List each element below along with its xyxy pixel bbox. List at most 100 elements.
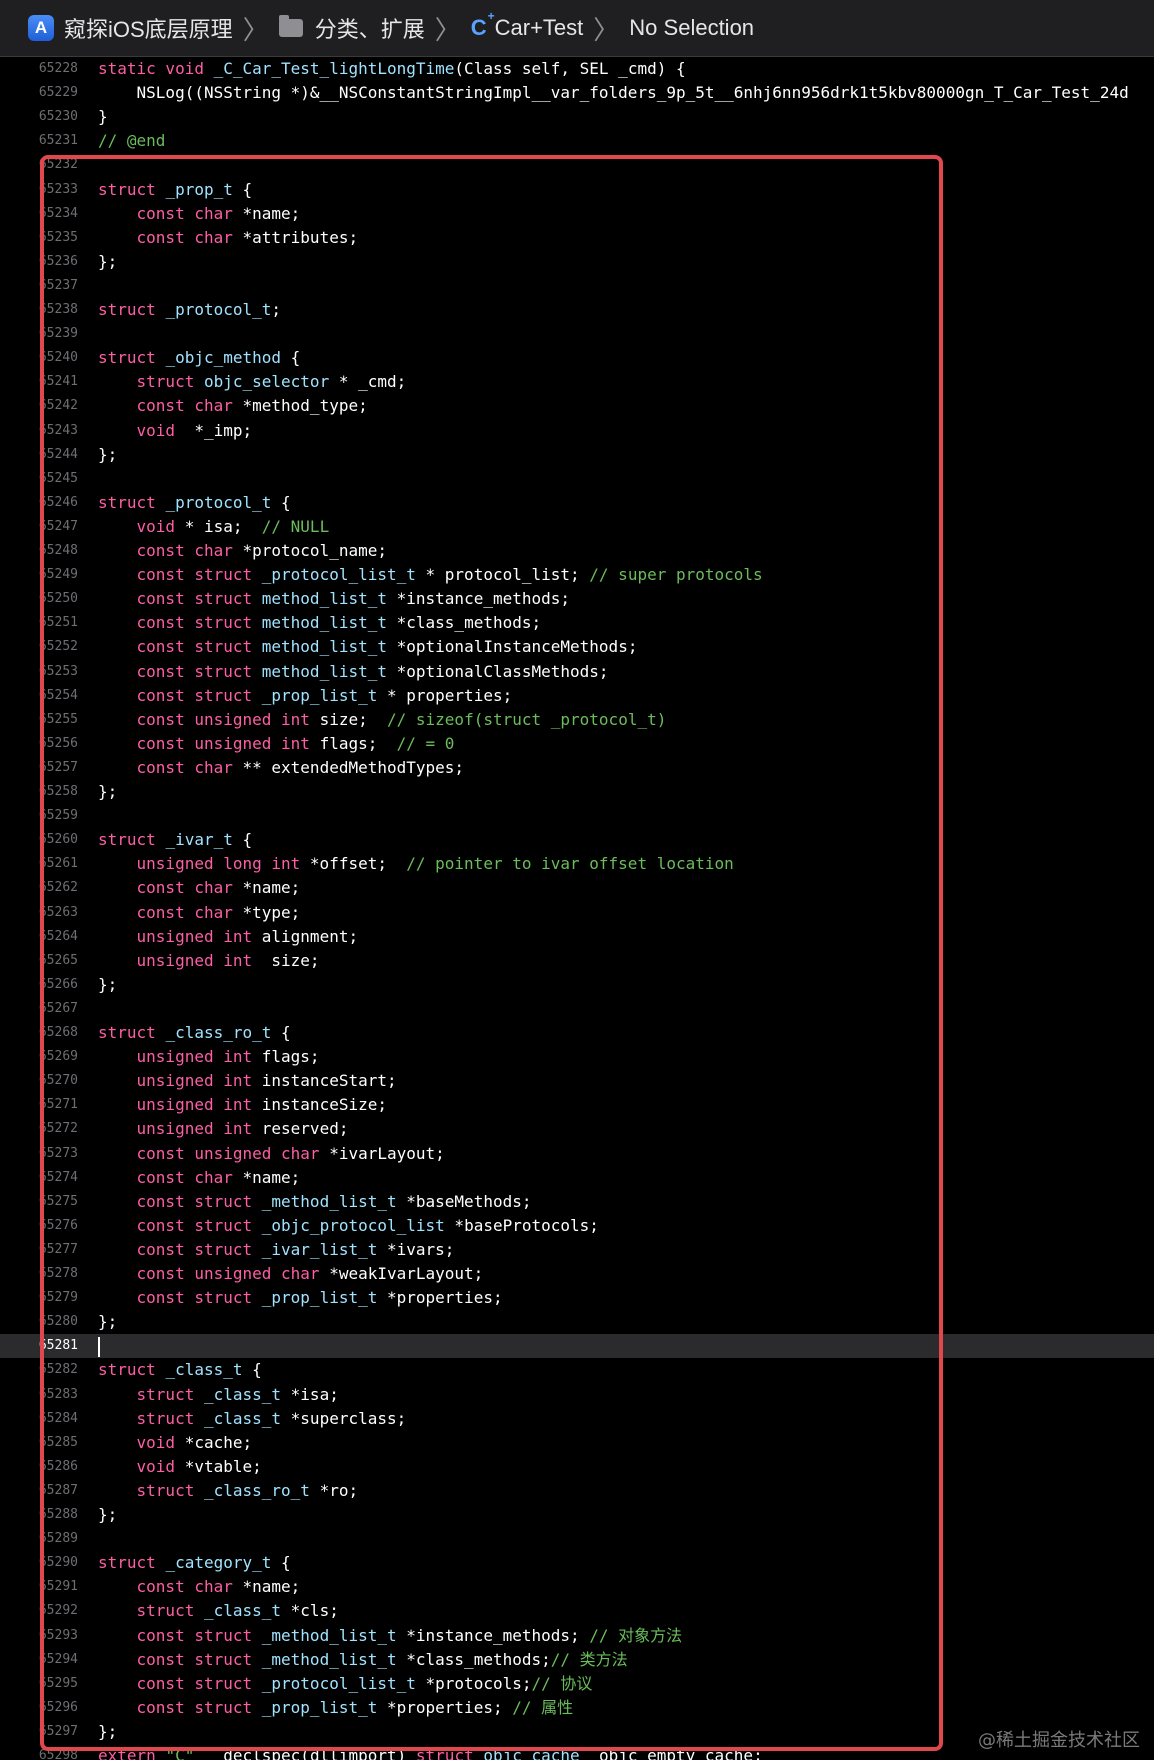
line-number[interactable]: 65291 [0,1575,78,1599]
code-line[interactable]: 65251 const struct method_list_t *class_… [0,611,1154,635]
line-number[interactable]: 65273 [0,1142,78,1166]
code-line[interactable]: 65281 [0,1334,1154,1359]
line-number[interactable]: 65277 [0,1238,78,1262]
code-line[interactable]: 65235 const char *attributes; [0,226,1154,250]
code-line[interactable]: 65230} [0,105,1154,129]
code-line[interactable]: 65260 struct _ivar_t { [0,828,1154,852]
line-number[interactable]: 65275 [0,1190,78,1214]
line-number[interactable]: 65253 [0,660,78,684]
code-line[interactable]: 65241 struct objc_selector * _cmd; [0,370,1154,394]
code-line[interactable]: 65296 const struct _prop_list_t *propert… [0,1696,1154,1720]
code-line[interactable]: 65249 const struct _protocol_list_t * pr… [0,563,1154,587]
line-number[interactable]: 65298 [0,1744,78,1760]
code-line[interactable]: 65259 [0,804,1154,828]
code-line[interactable]: 65282 struct _class_t { [0,1358,1154,1382]
line-number[interactable]: 65251 [0,611,78,635]
code-line[interactable]: 65285 void *cache; [0,1431,1154,1455]
code-line[interactable]: 65292 struct _class_t *cls; [0,1599,1154,1623]
code-line[interactable]: 65272 unsigned int reserved; [0,1117,1154,1141]
line-number[interactable]: 65240 [0,346,78,370]
line-number[interactable]: 65244 [0,443,78,467]
line-number[interactable]: 65241 [0,370,78,394]
line-number[interactable]: 65289 [0,1527,78,1551]
code-line[interactable]: 65240 struct _objc_method { [0,346,1154,370]
line-number[interactable]: 65235 [0,226,78,250]
line-number[interactable]: 65257 [0,756,78,780]
code-line[interactable]: 65250 const struct method_list_t *instan… [0,587,1154,611]
line-number[interactable]: 65230 [0,105,78,129]
line-number[interactable]: 65238 [0,298,78,322]
line-number[interactable]: 65280 [0,1310,78,1334]
code-line[interactable]: 65255 const unsigned int size; // sizeof… [0,708,1154,732]
line-number[interactable]: 65249 [0,563,78,587]
code-line[interactable]: 65267 [0,997,1154,1021]
code-line[interactable]: 65245 [0,467,1154,491]
code-line[interactable]: 65233 struct _prop_t { [0,178,1154,202]
line-number[interactable]: 65264 [0,925,78,949]
line-number[interactable]: 65295 [0,1672,78,1696]
line-number[interactable]: 65229 [0,81,78,105]
line-number[interactable]: 65281 [0,1334,78,1358]
code-line[interactable]: 65269 unsigned int flags; [0,1045,1154,1069]
code-line[interactable]: 65276 const struct _objc_protocol_list *… [0,1214,1154,1238]
line-number[interactable]: 65246 [0,491,78,515]
code-line[interactable]: 65256 const unsigned int flags; // = 0 [0,732,1154,756]
line-number[interactable]: 65242 [0,394,78,418]
line-number[interactable]: 65285 [0,1431,78,1455]
code-line[interactable]: 65237 [0,274,1154,298]
line-number[interactable]: 65232 [0,153,78,177]
code-line[interactable]: 65248 const char *protocol_name; [0,539,1154,563]
code-line[interactable]: 65289 [0,1527,1154,1551]
code-line[interactable]: 65280}; [0,1310,1154,1334]
code-line[interactable]: 65283 struct _class_t *isa; [0,1383,1154,1407]
code-line[interactable]: 65290 struct _category_t { [0,1551,1154,1575]
line-number[interactable]: 65276 [0,1214,78,1238]
line-number[interactable]: 65259 [0,804,78,828]
line-number[interactable]: 65297 [0,1720,78,1744]
breadcrumb-project[interactable]: A 窥探iOS底层原理 [0,12,233,44]
code-line[interactable]: 65295 const struct _protocol_list_t *pro… [0,1672,1154,1696]
code-line[interactable]: 65288}; [0,1503,1154,1527]
code-line[interactable]: 65228 static void _C_Car_Test_lightLongTi… [0,57,1154,81]
line-number[interactable]: 65254 [0,684,78,708]
code-line[interactable]: 65244}; [0,443,1154,467]
line-number[interactable]: 65292 [0,1599,78,1623]
line-number[interactable]: 65270 [0,1069,78,1093]
code-line[interactable]: 65231 // @end [0,129,1154,153]
code-line[interactable]: 65229 NSLog((NSString *)&__NSConstantStr… [0,81,1154,105]
code-line[interactable]: 65266}; [0,973,1154,997]
code-line[interactable]: 65278 const unsigned char *weakIvarLayou… [0,1262,1154,1286]
code-line[interactable]: 65279 const struct _prop_list_t *propert… [0,1286,1154,1310]
breadcrumb-selection[interactable]: No Selection [629,15,754,41]
code-line[interactable]: 65275 const struct _method_list_t *baseM… [0,1190,1154,1214]
code-line[interactable]: 65277 const struct _ivar_list_t *ivars; [0,1238,1154,1262]
code-line[interactable]: 65234 const char *name; [0,202,1154,226]
line-number[interactable]: 65236 [0,250,78,274]
line-number[interactable]: 65294 [0,1648,78,1672]
line-number[interactable]: 65266 [0,973,78,997]
code-line[interactable]: 65238 struct _protocol_t; [0,298,1154,322]
code-line[interactable]: 65264 unsigned int alignment; [0,925,1154,949]
line-number[interactable]: 65284 [0,1407,78,1431]
code-line[interactable]: 65257 const char ** extendedMethodTypes; [0,756,1154,780]
line-number[interactable]: 65287 [0,1479,78,1503]
line-number[interactable]: 65255 [0,708,78,732]
line-number[interactable]: 65274 [0,1166,78,1190]
code-line[interactable]: 65293 const struct _method_list_t *insta… [0,1624,1154,1648]
code-line[interactable]: 65239 [0,322,1154,346]
line-number[interactable]: 65260 [0,828,78,852]
line-number[interactable]: 65283 [0,1383,78,1407]
line-number[interactable]: 65245 [0,467,78,491]
code-line[interactable]: 65236}; [0,250,1154,274]
code-line[interactable]: 65232 [0,153,1154,177]
line-number[interactable]: 65250 [0,587,78,611]
line-number[interactable]: 65228 [0,57,78,81]
code-line[interactable]: 65291 const char *name; [0,1575,1154,1599]
code-line[interactable]: 65263 const char *type; [0,901,1154,925]
line-number[interactable]: 65252 [0,635,78,659]
line-number[interactable]: 65233 [0,178,78,202]
breadcrumb-file[interactable]: C + Car+Test [471,9,584,41]
code-line[interactable]: 65246 struct _protocol_t { [0,491,1154,515]
code-line[interactable]: 65261 unsigned long int *offset; // poin… [0,852,1154,876]
line-number[interactable]: 65288 [0,1503,78,1527]
